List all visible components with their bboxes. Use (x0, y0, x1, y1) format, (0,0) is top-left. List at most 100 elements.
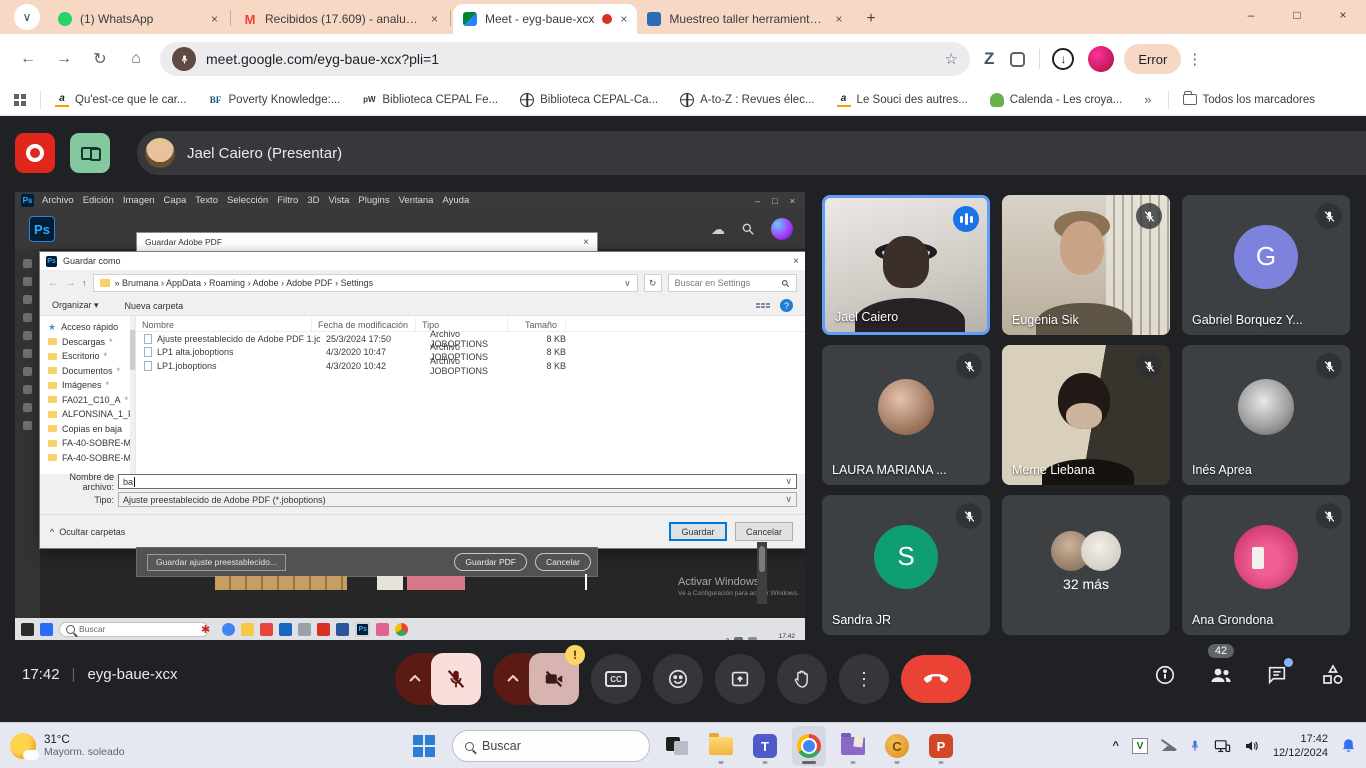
panel-scrollbar[interactable] (757, 542, 767, 604)
tray-icon[interactable] (734, 637, 743, 641)
tile-32-mas[interactable]: 32 más (1002, 495, 1170, 635)
bookmark-item[interactable]: BFPoverty Knowledge:... (209, 93, 341, 107)
bookmark-item[interactable]: A-to-Z : Revues élec... (680, 93, 814, 107)
url-text[interactable]: meet.google.com/eyg-baue-xcx?pli=1 (206, 51, 937, 67)
chevron-down-icon[interactable]: ∨ (785, 476, 792, 487)
ps-close-button[interactable]: × (790, 196, 795, 206)
ps-avatar[interactable] (771, 218, 793, 240)
tile-ines-aprea[interactable]: Inés Aprea (1182, 345, 1350, 485)
captions-button[interactable]: CC (591, 654, 641, 704)
chrome-icon[interactable] (395, 623, 408, 636)
pdf-cancel-button[interactable]: Cancelar (535, 553, 591, 571)
sidebar-item-imagenes[interactable]: Imágenes* (40, 378, 135, 393)
browser-menu-icon[interactable]: ⋮ (1187, 50, 1202, 68)
camera-off-button[interactable]: ! (529, 653, 579, 705)
close-icon[interactable]: × (835, 12, 842, 26)
tile-ana-grondona[interactable]: Ana Grondona (1182, 495, 1350, 635)
reload-button[interactable]: ↻ (86, 45, 114, 73)
save-as-close-icon[interactable]: × (793, 256, 799, 267)
participants-button[interactable]: 42 (1208, 662, 1234, 688)
minimize-button[interactable]: – (1228, 0, 1274, 30)
search-icon[interactable] (741, 222, 755, 236)
save-preset-button[interactable]: Guardar ajuste preestablecido... (147, 554, 286, 571)
menu-plugins[interactable]: Plugins (358, 195, 389, 206)
screen-share-indicator[interactable] (70, 133, 110, 173)
shared-clock[interactable]: 17:42 12/12/2024 (762, 633, 795, 640)
teams-button[interactable]: T (748, 726, 782, 766)
app-icon[interactable] (260, 623, 273, 636)
table-row[interactable]: LP1.joboptions 4/3/2020 10:42 Archivo JO… (136, 359, 805, 373)
menu-3d[interactable]: 3D (307, 195, 319, 206)
refresh-button[interactable]: ↻ (644, 274, 662, 292)
restore-button[interactable]: □ (1274, 0, 1320, 30)
photoshop-tools-panel[interactable] (15, 249, 40, 618)
hide-folders-button[interactable]: ^ Ocultar carpetas (50, 527, 125, 537)
search-in-settings-input[interactable]: Buscar en Settings (668, 274, 797, 292)
tray-icon[interactable] (748, 637, 757, 641)
reactions-button[interactable] (653, 654, 703, 704)
chevron-down-icon[interactable]: ∨ (785, 494, 792, 505)
menu-ayuda[interactable]: Ayuda (442, 195, 469, 206)
organize-button[interactable]: Organizar ▾ (52, 300, 99, 311)
word-icon[interactable] (336, 623, 349, 636)
app-icon[interactable] (317, 623, 330, 636)
tab-gmail[interactable]: M Recibidos (17.609) - analuciagro × (233, 4, 448, 34)
extensions-icon[interactable] (1010, 52, 1025, 67)
chrome-button[interactable] (792, 726, 826, 766)
sidebar-item-escritorio[interactable]: Escritorio* (40, 349, 135, 364)
more-options-button[interactable]: ⋮ (839, 654, 889, 704)
ps-minimize-button[interactable]: – (755, 196, 760, 206)
end-call-button[interactable] (901, 655, 971, 703)
close-icon[interactable]: × (211, 12, 218, 26)
chevron-up-icon[interactable]: ^ (726, 637, 730, 641)
tile-sandra-jr[interactable]: S Sandra JR (822, 495, 990, 635)
start-button[interactable] (408, 726, 442, 766)
tab-search-button[interactable]: ∨ (14, 4, 40, 30)
chat-button[interactable] (1264, 662, 1290, 688)
camera-options-chevron[interactable] (493, 653, 533, 705)
taskbar-search[interactable]: Buscar (452, 730, 650, 762)
bookmark-item[interactable]: pWBiblioteca CEPAL Fe... (362, 93, 498, 107)
file-type-select[interactable]: Ajuste preestablecido de Adobe PDF (*.jo… (118, 492, 797, 507)
apps-grid-icon[interactable] (14, 94, 26, 106)
home-button[interactable]: ⌂ (122, 45, 150, 73)
cancel-button[interactable]: Cancelar (735, 522, 793, 541)
notification-bell-icon[interactable] (1341, 738, 1356, 754)
network-icon[interactable] (1214, 739, 1231, 754)
bookmark-item[interactable]: aLe Souci des autres... (837, 93, 968, 107)
breadcrumb-path[interactable]: » Brumana › AppData › Roaming › Adobe › … (115, 278, 620, 288)
nav-up-icon[interactable]: ↑ (82, 278, 87, 288)
download-icon[interactable]: ↓ (1052, 48, 1074, 70)
menu-texto[interactable]: Texto (195, 195, 218, 206)
sidebar-item-descargas[interactable]: Descargas* (40, 335, 135, 350)
corel-button[interactable]: C (880, 726, 914, 766)
bookmarks-overflow-icon[interactable]: » (1144, 92, 1151, 107)
back-button[interactable]: ← (14, 45, 42, 73)
save-pdf-button[interactable]: Guardar PDF (454, 553, 527, 571)
column-fecha[interactable]: Fecha de modificación (312, 318, 416, 332)
mic-permission-icon[interactable] (172, 47, 196, 71)
task-view-button[interactable] (660, 726, 694, 766)
close-window-button[interactable]: × (1320, 0, 1366, 30)
mic-off-button[interactable] (431, 653, 481, 705)
new-tab-button[interactable]: + (866, 10, 875, 28)
close-icon[interactable]: × (620, 12, 627, 26)
bookmark-item[interactable]: Calenda - Les croya... (990, 93, 1123, 107)
bookmark-all-bookmarks[interactable]: Todos los marcadores (1183, 94, 1316, 106)
tab-whatsapp[interactable]: (1) WhatsApp × (48, 4, 228, 34)
tab-meet-active[interactable]: Meet - eyg-baue-xcx × (453, 4, 637, 34)
sidebar-item-copias[interactable]: Copias en baja (40, 422, 135, 437)
close-icon[interactable]: × (431, 12, 438, 26)
menu-edicion[interactable]: Edición (83, 195, 114, 206)
address-bar[interactable]: meet.google.com/eyg-baue-xcx?pli=1 ☆ (160, 42, 970, 76)
app-icon[interactable] (222, 623, 235, 636)
new-folder-button[interactable]: Nueva carpeta (125, 301, 184, 311)
profile-avatar[interactable] (1088, 46, 1114, 72)
start-icon[interactable] (40, 623, 53, 636)
taskbar-clock[interactable]: 17:42 12/12/2024 (1273, 732, 1328, 761)
speaker-icon[interactable] (1244, 739, 1260, 753)
menu-capa[interactable]: Capa (164, 195, 187, 206)
column-nombre[interactable]: Nombre (136, 318, 312, 332)
menu-archivo[interactable]: Archivo (42, 195, 74, 206)
tile-meme-liebana[interactable]: Meme Liebana (1002, 345, 1170, 485)
